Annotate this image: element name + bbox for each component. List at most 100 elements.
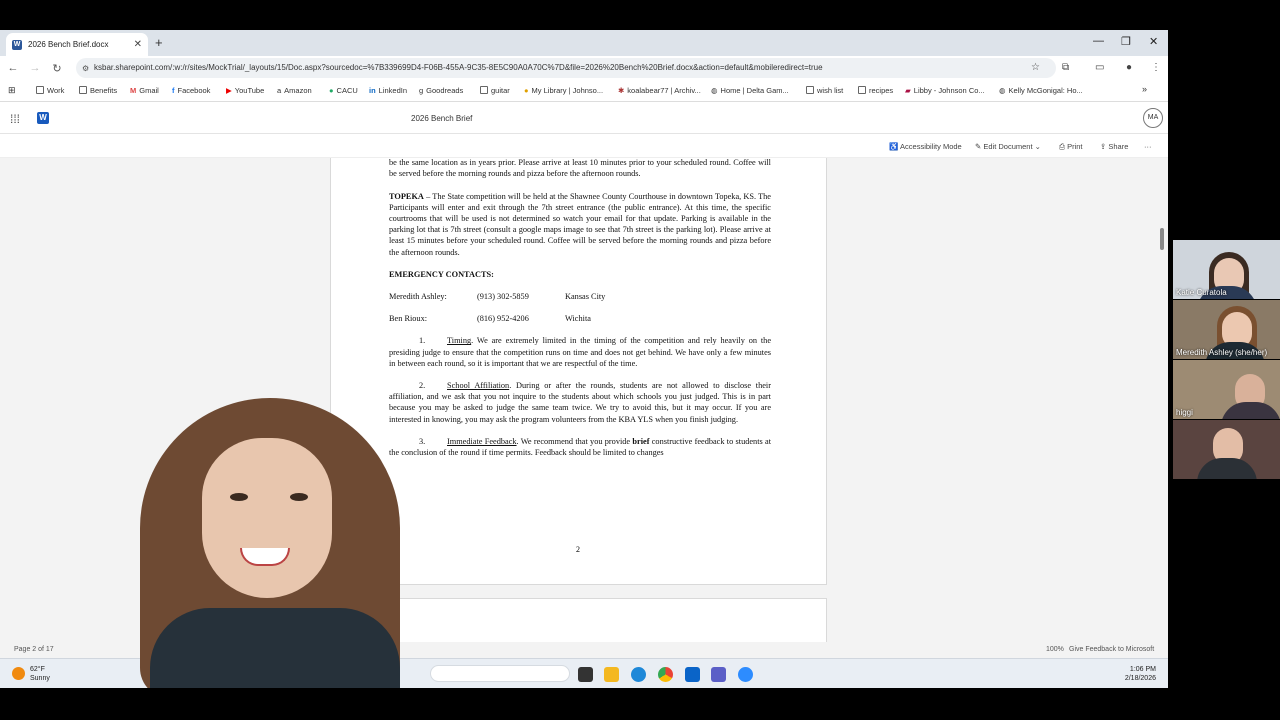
participant-tile[interactable]: higgi (1173, 360, 1280, 419)
facebook-icon: f (172, 86, 175, 95)
task-view-icon[interactable] (578, 667, 593, 682)
bookmarks-bar: ⊞ Work Benefits M Gmail f Facebook ▶ YouTub… (0, 80, 1168, 102)
presenter-eye (230, 493, 248, 501)
app-launcher-icon[interactable]: ⁞⁞⁞ (10, 112, 20, 126)
participant-tile[interactable]: Meredith Ashley (she/her) (1173, 300, 1280, 359)
weather-widget[interactable]: 62°F Sunny (30, 665, 50, 683)
file-explorer-icon[interactable] (604, 667, 619, 682)
presenter-video (110, 398, 480, 688)
document-title[interactable]: 2026 Bench Brief (411, 114, 472, 123)
browser-tab[interactable]: W 2026 Bench Brief.docx ✕ (6, 33, 148, 56)
bookmark-my-library[interactable]: ● My Library | Johnso... (524, 86, 603, 95)
paragraph-topeka: TOPEKA – The State competition will be h… (389, 191, 771, 257)
system-clock[interactable]: 1:06 PM 2/18/2026 (1125, 665, 1156, 683)
browser-menu-icon[interactable]: ⋮ (1151, 62, 1161, 73)
participant-body (1197, 458, 1257, 479)
command-bar: ♿ Accessibility Mode ✎ Edit Document ⌄ ⎙… (0, 134, 1168, 158)
new-tab-button[interactable]: + (155, 35, 163, 50)
print-button[interactable]: ⎙ Print (1059, 142, 1083, 152)
sidebar-icon[interactable]: ▭ (1095, 62, 1104, 73)
bookmarks-overflow-icon[interactable]: » (1142, 84, 1147, 94)
participant-tile[interactable]: Katie Curatola (1173, 240, 1280, 299)
forward-icon[interactable]: → (24, 62, 46, 74)
linkedin-icon: in (369, 86, 376, 95)
page-count: Page 2 of 17 (14, 646, 54, 653)
share-button[interactable]: ⇪ Share (1100, 142, 1128, 151)
globe-icon: ◍ (999, 86, 1006, 95)
reload-icon[interactable]: ↻ (46, 62, 68, 75)
edge-icon[interactable] (631, 667, 646, 682)
printer-icon: ⎙ (1059, 142, 1068, 151)
youtube-icon: ▶ (226, 86, 232, 95)
participant-name: Meredith Ashley (she/her) (1176, 348, 1268, 357)
bookmark-kelly-mcgonigal[interactable]: ◍ Kelly McGonigal: Ho... (999, 86, 1083, 95)
sun-icon[interactable] (12, 667, 25, 680)
close-window-icon[interactable]: ✕ (1149, 35, 1158, 48)
accessibility-mode-button[interactable]: ♿ Accessibility Mode (889, 142, 962, 151)
folder-icon (858, 86, 866, 94)
word-header: ⁞⁞⁞ W 2026 Bench Brief MA (0, 102, 1168, 134)
bookmark-star-icon[interactable]: ☆ (1031, 62, 1040, 73)
participant-body (1221, 402, 1280, 419)
word-app-icon[interactable]: W (37, 112, 49, 124)
bookmark-facebook[interactable]: f Facebook (172, 86, 210, 95)
globe-icon: ◍ (711, 86, 718, 95)
teams-icon[interactable] (711, 667, 726, 682)
edit-document-button[interactable]: ✎ Edit Document ⌄ (975, 142, 1041, 151)
bookmark-guitar[interactable]: guitar (480, 86, 510, 95)
participant-name: Katie Curatola (1176, 288, 1227, 297)
tab-title: 2026 Bench Brief.docx (28, 40, 109, 49)
paragraph-parking: main floor. Parking is available in the … (389, 158, 771, 179)
give-feedback-link[interactable]: Give Feedback to Microsoft (1069, 646, 1154, 653)
restore-icon[interactable]: ❐ (1121, 35, 1131, 48)
bookmark-koalabear[interactable]: ✱ koalabear77 | Archiv... (618, 86, 701, 95)
chevron-down-icon: ⌄ (1032, 142, 1041, 151)
libby-icon: ▰ (905, 86, 911, 95)
zoom-level[interactable]: 100% (1046, 646, 1064, 653)
apps-grid-icon[interactable]: ⊞ (8, 85, 16, 96)
folder-icon (806, 86, 814, 94)
bookmark-recipes[interactable]: recipes (858, 86, 893, 95)
address-bar-row: ← → ↻ ksbar.sharepoint.com/:w:/r/sites/M… (0, 56, 1168, 80)
vertical-scrollbar[interactable] (1160, 228, 1164, 250)
bookmark-gmail[interactable]: M Gmail (130, 86, 159, 95)
bookmark-amazon[interactable]: a Amazon (277, 86, 312, 95)
minimize-icon[interactable]: — (1093, 35, 1104, 47)
bookmark-linkedin[interactable]: in LinkedIn (369, 86, 407, 95)
tab-close-icon[interactable]: ✕ (134, 39, 142, 50)
extensions-icon[interactable]: ⧉ (1062, 62, 1069, 73)
page-number: 2 (576, 545, 580, 554)
bookmark-cacu[interactable]: ● CACU (329, 86, 358, 95)
account-avatar[interactable]: MA (1143, 108, 1163, 128)
list-item-timing: 1. Timing. We are extremely limited in th… (389, 336, 771, 368)
participant-tile[interactable] (1173, 420, 1280, 479)
gmail-icon: M (130, 86, 137, 95)
presenter-face (202, 438, 332, 598)
more-options-icon[interactable]: ··· (1144, 142, 1152, 151)
emergency-contacts-heading: EMERGENCY CONTACTS: (389, 269, 494, 279)
bookmark-benefits[interactable]: Benefits (79, 86, 117, 95)
bookmark-youtube[interactable]: ▶ YouTube (226, 86, 264, 95)
chrome-icon[interactable] (658, 667, 673, 682)
participant-name: higgi (1176, 408, 1193, 417)
bookmark-libby[interactable]: ▰ Libby - Johnson Co... (905, 86, 985, 95)
bookmark-goodreads[interactable]: g Goodreads (419, 86, 463, 95)
zoom-app-icon[interactable] (738, 667, 753, 682)
profile-icon[interactable]: ● (1126, 62, 1132, 73)
accessibility-icon: ♿ (889, 142, 901, 151)
back-icon[interactable]: ← (2, 62, 24, 74)
presenter-shirt (150, 608, 400, 688)
outlook-icon[interactable] (685, 667, 700, 682)
folder-icon (36, 86, 44, 94)
bookmark-delta-gamma[interactable]: ◍ Home | Delta Gam... (711, 86, 789, 95)
library-icon: ● (524, 86, 529, 95)
archive-icon: ✱ (618, 86, 625, 95)
cacu-icon: ● (329, 86, 334, 95)
site-info-icon[interactable]: ⚙ (82, 64, 89, 73)
url-field[interactable]: ksbar.sharepoint.com/:w:/r/sites/MockTri… (76, 58, 1056, 78)
participant-gallery: Katie Curatola Meredith Ashley (she/her)… (1173, 240, 1280, 480)
amazon-icon: a (277, 86, 282, 95)
bookmark-wish-list[interactable]: wish list (806, 86, 843, 95)
bookmark-work[interactable]: Work (36, 86, 64, 95)
contact-row: Meredith Ashley: (913) 302-5859 Kansas C… (389, 292, 606, 302)
